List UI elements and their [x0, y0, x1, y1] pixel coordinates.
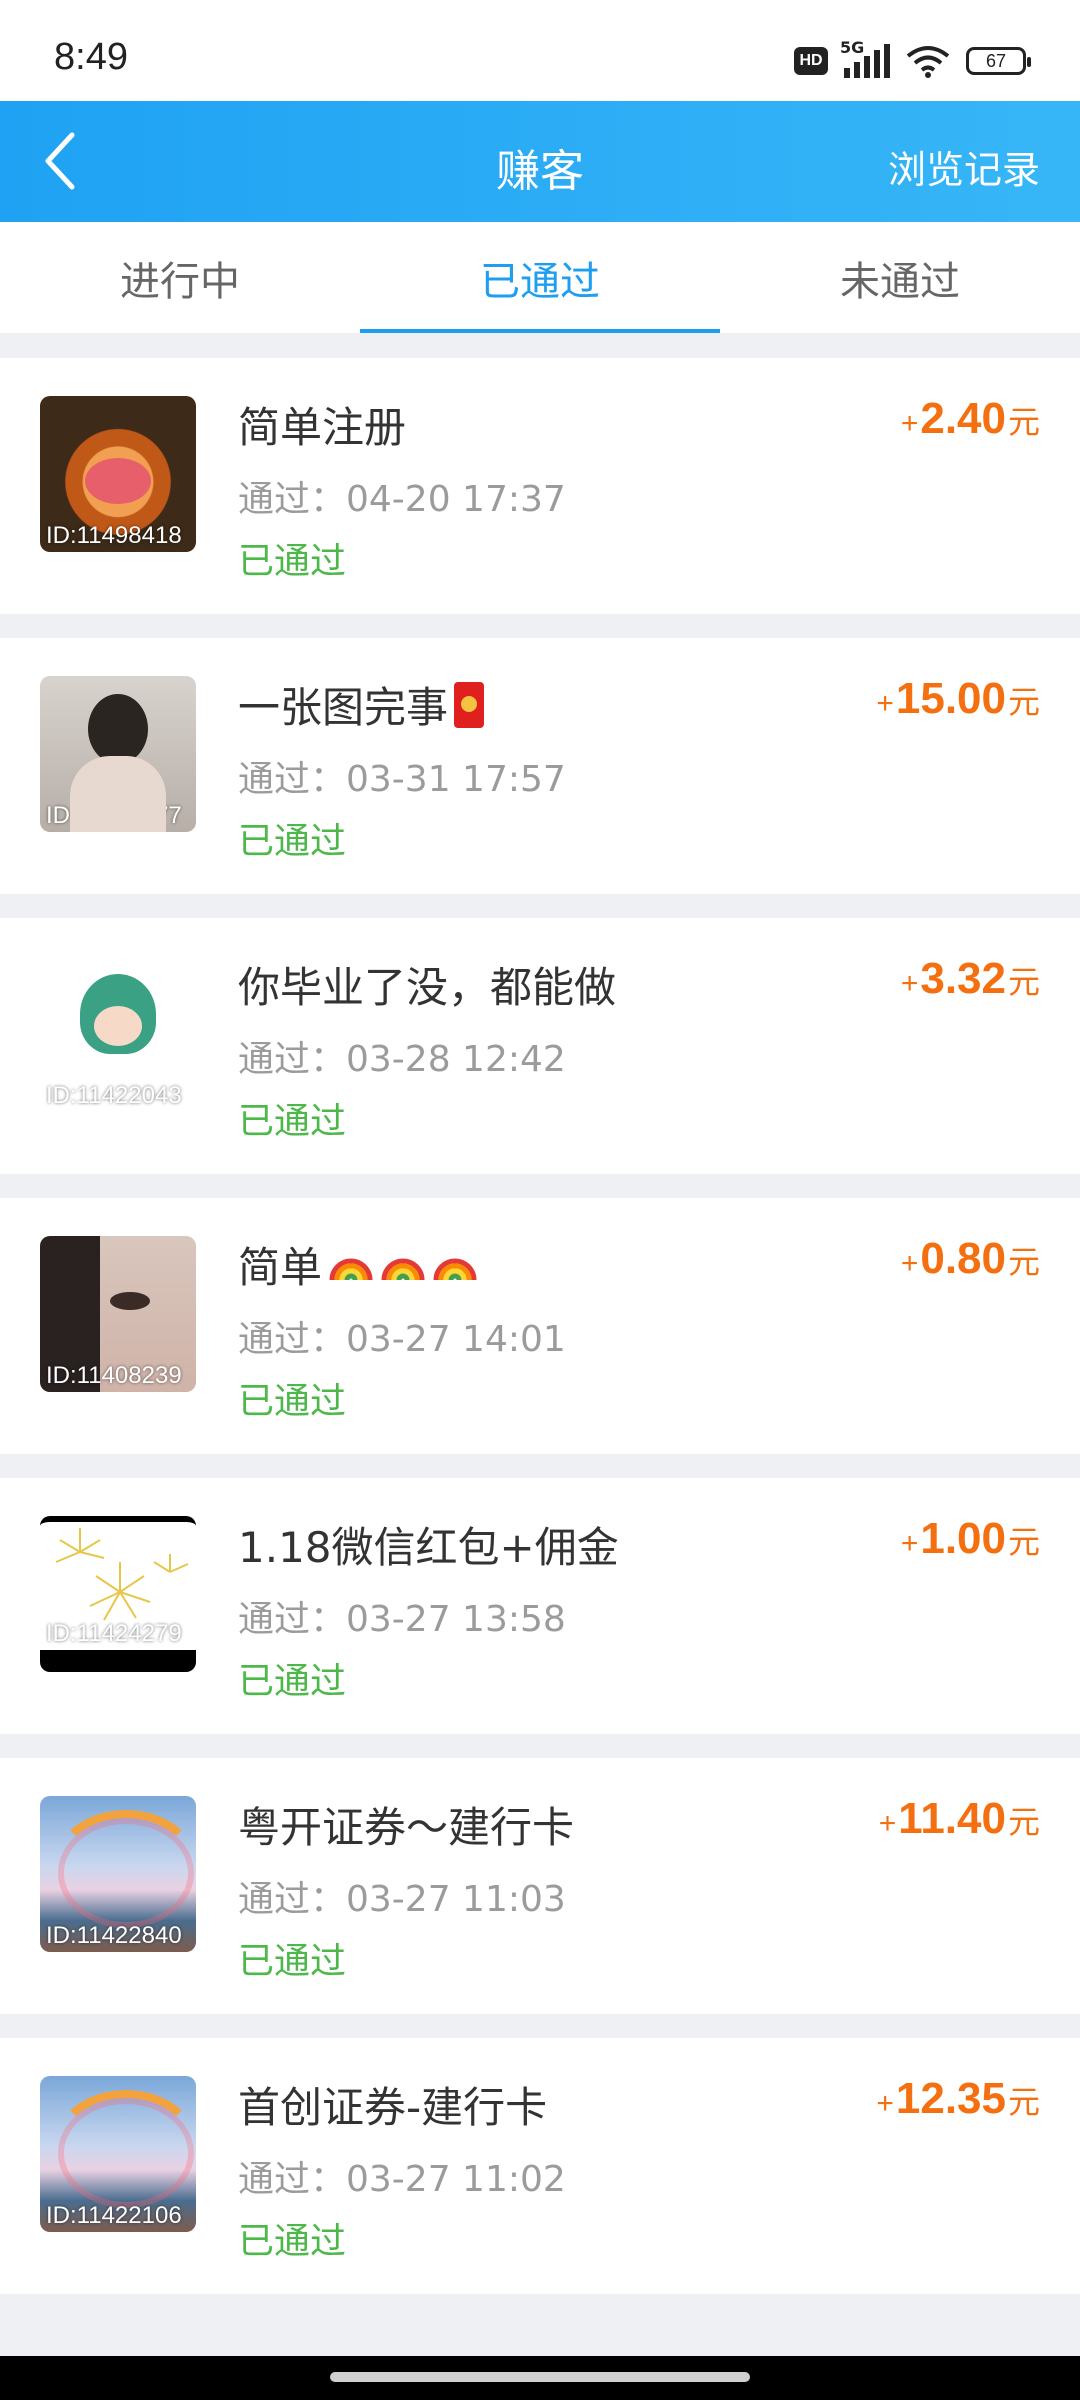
task-approved-time: 通过：03-28 12:42: [238, 1039, 566, 1080]
task-id: ID:11498418: [46, 522, 182, 549]
list-item[interactable]: ID:11422043 你毕业了没，都能做 通过：03-28 12:42 已通过…: [0, 918, 1080, 1174]
task-thumbnail: ID:11498418: [40, 396, 196, 552]
task-reward: +11.40 元: [878, 1794, 1040, 1843]
battery-level: 67: [985, 50, 1007, 71]
task-title: 一张图完事: [238, 674, 485, 735]
wifi-icon: [906, 46, 950, 78]
rainbow-emoji-icon: [433, 1258, 477, 1280]
cellular-signal-icon: 5G: [840, 38, 890, 78]
task-id: ID:11424279: [46, 1620, 182, 1647]
task-status: 已通过: [238, 541, 347, 582]
task-reward: +3.32 元: [900, 954, 1040, 1003]
task-id: ID:11422106: [46, 2202, 182, 2229]
task-approved-time: 通过：03-31 17:57: [238, 759, 566, 800]
task-title: 粤开证券～建行卡: [238, 1803, 575, 1852]
task-title: 你毕业了没，都能做: [238, 963, 617, 1012]
red-envelope-icon: [454, 681, 485, 728]
task-reward: +2.40 元: [900, 394, 1040, 443]
list-item[interactable]: ID:11422106 首创证券-建行卡 通过：03-27 11:02 已通过 …: [0, 2038, 1080, 2294]
task-thumbnail: ID:11424279: [40, 1516, 196, 1672]
list-item[interactable]: ID:11307177 一张图完事 通过：03-31 17:57 已通过 +15…: [0, 638, 1080, 894]
task-title: 简单注册: [238, 403, 407, 452]
task-reward: +0.80 元: [900, 1234, 1040, 1283]
task-status: 已通过: [238, 1661, 347, 1702]
task-title: 1.18微信红包+佣金: [238, 1523, 619, 1572]
tab-rejected[interactable]: 未通过: [720, 222, 1080, 333]
task-title: 首创证券-建行卡: [238, 2083, 548, 2132]
task-title: 简单: [238, 1234, 478, 1295]
list-item[interactable]: ID:11424279 1.18微信红包+佣金 通过：03-27 13:58 已…: [0, 1478, 1080, 1734]
status-icons: HD 5G 67: [794, 38, 1031, 84]
task-id: ID:11422043: [46, 1082, 182, 1109]
task-thumbnail: ID:11422043: [40, 956, 196, 1112]
task-status: 已通过: [238, 1101, 347, 1142]
battery-icon: 67: [966, 47, 1031, 75]
task-id: ID:11307177: [46, 802, 182, 829]
task-reward: +1.00 元: [900, 1514, 1040, 1563]
task-thumbnail: ID:11422840: [40, 1796, 196, 1952]
status-bar: 8:49 HD 5G 67: [0, 0, 1080, 101]
task-approved-time: 通过：03-27 14:01: [238, 1319, 566, 1360]
tab-bar: 进行中 已通过 未通过: [0, 222, 1080, 333]
hd-icon: HD: [794, 47, 828, 75]
network-type: 5G: [840, 38, 865, 57]
task-approved-time: 通过：03-27 11:03: [238, 1879, 566, 1920]
task-approved-time: 通过：04-20 17:37: [238, 479, 566, 520]
task-status: 已通过: [238, 2221, 347, 2262]
tab-approved[interactable]: 已通过: [360, 222, 720, 333]
task-reward: +15.00 元: [876, 674, 1040, 723]
task-id: ID:11408239: [46, 1362, 182, 1389]
list-item[interactable]: ID:11422840 粤开证券～建行卡 通过：03-27 11:03 已通过 …: [0, 1758, 1080, 2014]
task-reward: +12.35 元: [876, 2074, 1040, 2123]
task-approved-time: 通过：03-27 13:58: [238, 1599, 566, 1640]
tab-in-progress[interactable]: 进行中: [0, 222, 360, 333]
task-status: 已通过: [238, 1941, 347, 1982]
task-thumbnail: ID:11408239: [40, 1236, 196, 1392]
rainbow-emoji-icon: [381, 1258, 425, 1280]
browse-history-button[interactable]: 浏览记录: [888, 139, 1040, 194]
list-item[interactable]: ID:11498418 简单注册 通过：04-20 17:37 已通过 +2.4…: [0, 358, 1080, 614]
task-list: ID:11498418 简单注册 通过：04-20 17:37 已通过 +2.4…: [0, 358, 1080, 2318]
navigation-bar: [0, 2356, 1080, 2400]
task-id: ID:11422840: [46, 1922, 182, 1949]
task-status: 已通过: [238, 821, 347, 862]
task-approved-time: 通过：03-27 11:02: [238, 2159, 566, 2200]
list-item[interactable]: ID:11408239 简单 通过：03-27 14:01 已通过 +0.80 元: [0, 1198, 1080, 1454]
status-time: 8:49: [54, 36, 128, 78]
task-thumbnail: ID:11307177: [40, 676, 196, 832]
rainbow-emoji-icon: [329, 1258, 373, 1280]
task-thumbnail: ID:11422106: [40, 2076, 196, 2232]
home-indicator[interactable]: [330, 2372, 750, 2382]
app-header: 赚客 浏览记录: [0, 101, 1080, 222]
task-status: 已通过: [238, 1381, 347, 1422]
